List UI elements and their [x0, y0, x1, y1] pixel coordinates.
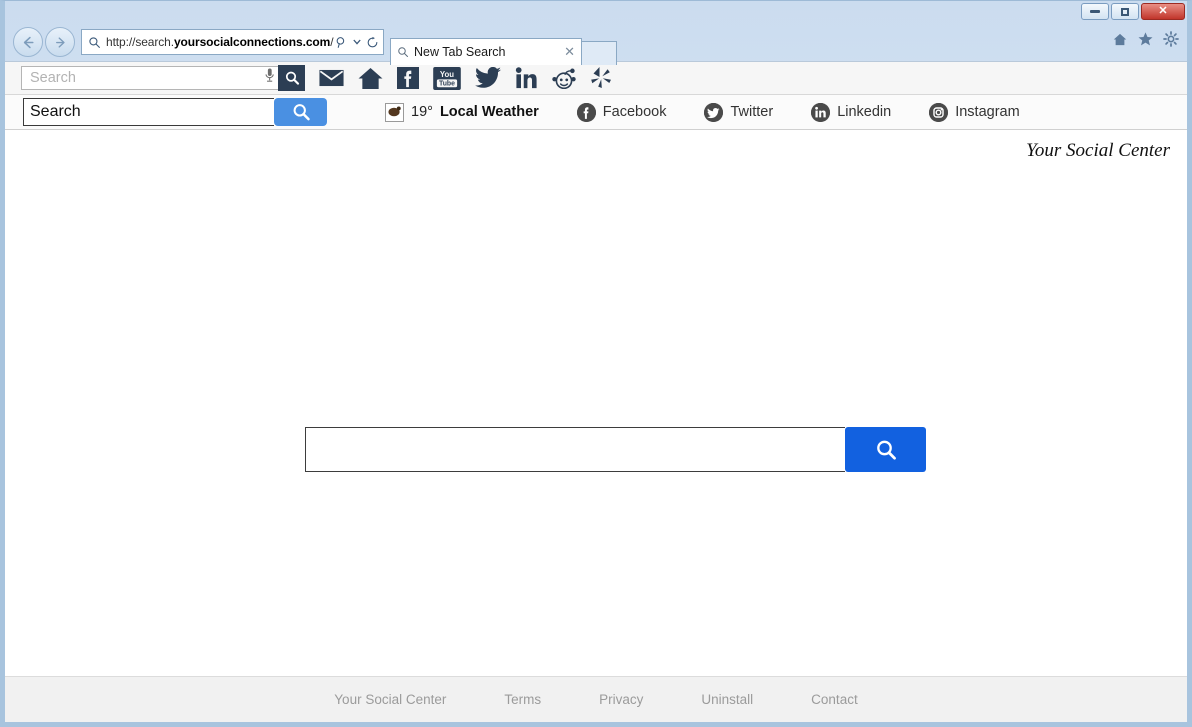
- svg-text:You: You: [440, 70, 454, 79]
- tab-search-icon: [398, 47, 408, 57]
- chevron-down-icon[interactable]: [353, 39, 361, 45]
- restore-icon: [1121, 7, 1129, 16]
- address-magnifier-icon[interactable]: [335, 36, 348, 49]
- main-search-button[interactable]: [845, 427, 926, 472]
- toolbar-search-field[interactable]: Search: [21, 66, 279, 90]
- weather-icon: [385, 102, 404, 122]
- search-icon: [876, 440, 896, 460]
- address-search-icon: [89, 36, 100, 48]
- linkedin-icon: [811, 102, 831, 122]
- facebook-icon: [576, 102, 596, 122]
- address-url: http://search.yoursocialconnections.com/: [106, 35, 334, 49]
- social-link-linkedin[interactable]: Linkedin: [811, 102, 892, 122]
- main-search-input[interactable]: [305, 427, 845, 472]
- tab-close-icon[interactable]: ✕: [564, 44, 575, 60]
- page-brand-title: Your Social Center: [1026, 140, 1170, 161]
- toolbar-social-icons: You Tube: [319, 66, 612, 90]
- page-footer: Your Social Center Terms Privacy Uninsta…: [5, 676, 1187, 722]
- tab-new-tab-search[interactable]: New Tab Search ✕: [390, 38, 582, 65]
- close-icon: ✕: [1158, 5, 1168, 17]
- minimize-button[interactable]: [1081, 3, 1109, 20]
- main-search: [305, 427, 926, 472]
- weather-label: Local Weather: [439, 104, 539, 120]
- browser-window: ✕ http://search.yoursocialconnections.co…: [0, 0, 1192, 727]
- weather-temperature: 19°: [411, 104, 433, 120]
- footer-link-your-social-center[interactable]: Your Social Center: [334, 692, 446, 707]
- tab-title: New Tab Search: [414, 45, 506, 59]
- instagram-icon: [929, 102, 949, 122]
- home-icon[interactable]: [358, 67, 383, 90]
- twitter-icon[interactable]: [475, 67, 501, 89]
- footer-link-uninstall[interactable]: Uninstall: [701, 692, 753, 707]
- social-link-facebook[interactable]: Facebook: [576, 102, 667, 122]
- forward-arrow-icon: [55, 36, 65, 48]
- footer-link-contact[interactable]: Contact: [811, 692, 858, 707]
- social-link-label: Instagram: [955, 104, 1020, 120]
- home-icon[interactable]: [1112, 32, 1128, 47]
- secondary-search-input[interactable]: [23, 98, 274, 126]
- search-icon: [293, 104, 310, 121]
- social-link-label: Twitter: [730, 104, 774, 120]
- social-link-twitter[interactable]: Twitter: [704, 102, 774, 122]
- social-link-label: Linkedin: [837, 104, 892, 120]
- back-arrow-icon: [23, 36, 34, 48]
- reddit-icon[interactable]: [552, 68, 576, 89]
- close-button[interactable]: ✕: [1141, 3, 1185, 20]
- new-tab-button[interactable]: [581, 41, 617, 65]
- window-controls: ✕: [1081, 3, 1185, 20]
- tab-strip: New Tab Search ✕: [390, 23, 617, 65]
- mail-icon[interactable]: [319, 69, 344, 87]
- svg-text:Tube: Tube: [439, 80, 455, 87]
- search-icon: [285, 71, 299, 85]
- extension-toolbar-row-1: Search You Tube: [5, 61, 1187, 95]
- browser-toolbar-icons: [1112, 31, 1179, 47]
- restore-button[interactable]: [1111, 3, 1139, 20]
- secondary-search-button[interactable]: [274, 98, 327, 126]
- extension-toolbar-row-2: 19° Local Weather Facebook: [5, 95, 1187, 130]
- microphone-icon[interactable]: [263, 67, 276, 89]
- footer-link-privacy[interactable]: Privacy: [599, 692, 643, 707]
- weather-link[interactable]: 19° Local Weather: [385, 102, 539, 122]
- address-bar[interactable]: http://search.yoursocialconnections.com/: [81, 29, 384, 55]
- back-button[interactable]: [13, 27, 43, 57]
- linkedin-icon[interactable]: [515, 67, 538, 89]
- social-link-label: Facebook: [602, 104, 667, 120]
- minimize-icon: [1090, 10, 1100, 13]
- social-link-instagram[interactable]: Instagram: [929, 102, 1020, 122]
- twitter-icon: [704, 102, 724, 122]
- secondary-search: [23, 98, 327, 126]
- toolbar-search-placeholder: Search: [30, 70, 76, 86]
- address-actions: [335, 36, 379, 49]
- forward-button[interactable]: [45, 27, 75, 57]
- refresh-icon[interactable]: [366, 36, 379, 49]
- social-link-list: 19° Local Weather Facebook Twitter Linke…: [385, 102, 1020, 122]
- facebook-icon[interactable]: [397, 67, 419, 89]
- settings-gear-icon[interactable]: [1163, 31, 1179, 47]
- page-content: Your Social Center Your Social Center Te…: [5, 129, 1187, 722]
- navigation-bar: http://search.yoursocialconnections.com/: [5, 23, 1187, 65]
- favorites-icon[interactable]: [1137, 31, 1154, 47]
- youtube-icon[interactable]: You Tube: [433, 66, 461, 90]
- title-bar: ✕: [5, 1, 1187, 23]
- footer-link-terms[interactable]: Terms: [504, 692, 541, 707]
- toolbar-search-button[interactable]: [278, 65, 305, 91]
- yelp-icon[interactable]: [590, 66, 612, 90]
